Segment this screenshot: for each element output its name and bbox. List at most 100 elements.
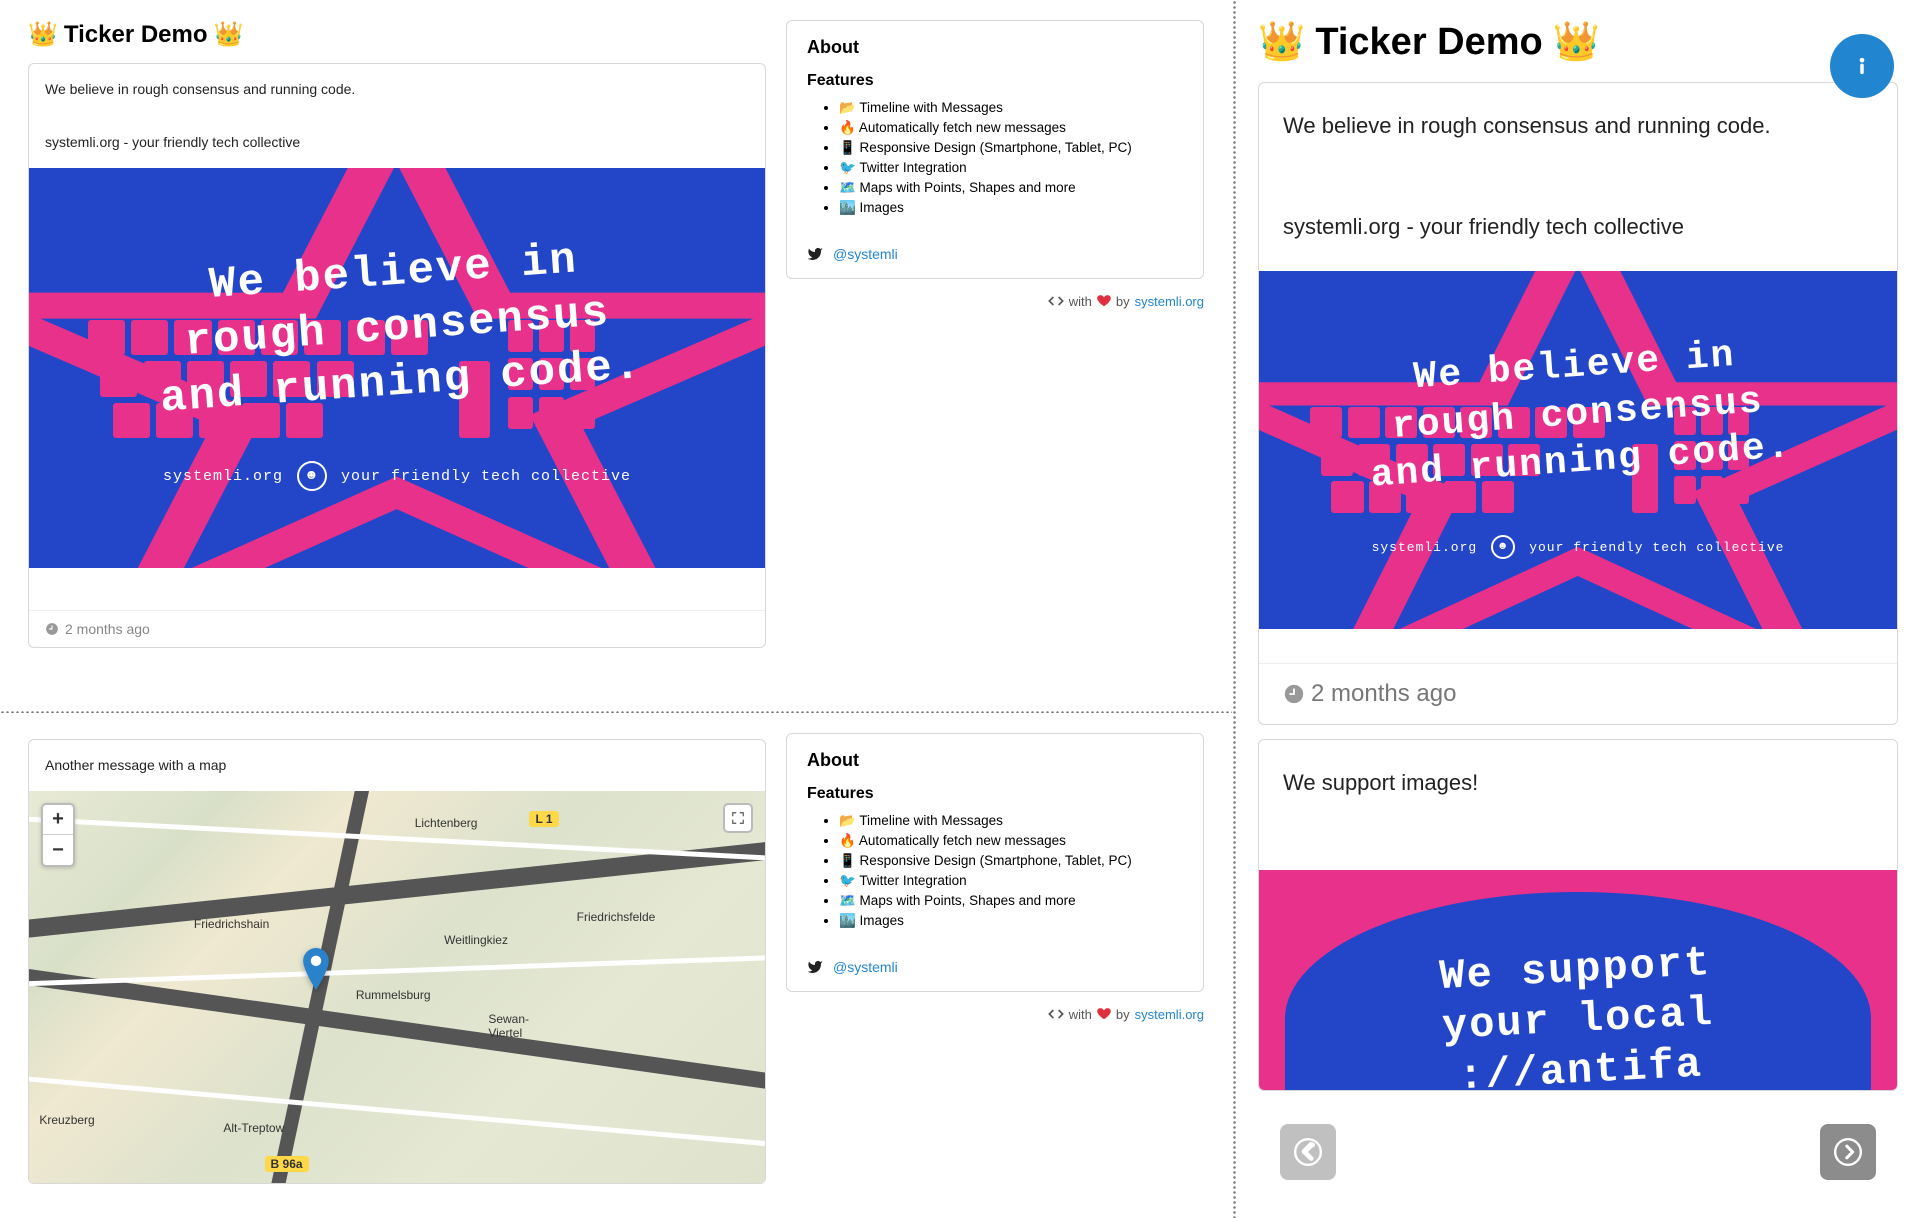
- feature-item: 🏙️ Images: [839, 913, 1183, 929]
- info-icon: [1848, 52, 1876, 80]
- logo-icon: ☻: [1491, 535, 1515, 559]
- zoom-in-button[interactable]: +: [43, 805, 73, 835]
- arrow-right-icon: [1834, 1138, 1862, 1166]
- post-line: systemli.org - your friendly tech collec…: [1283, 202, 1873, 253]
- crown-icon: 👑: [1258, 20, 1305, 64]
- feature-item: 🗺️ Maps with Points, Shapes and more: [839, 180, 1183, 196]
- map-label: Rummelsburg: [353, 987, 434, 1003]
- post-meta: 2 months ago: [1259, 663, 1897, 724]
- banner-org: systemli.org: [1372, 540, 1478, 555]
- heart-icon: [1097, 1007, 1111, 1021]
- features-heading: Features: [807, 72, 1183, 90]
- logo-icon: ☻: [297, 461, 327, 491]
- feature-item: 📂 Timeline with Messages: [839, 100, 1183, 116]
- feature-item: 🔥 Automatically fetch new messages: [839, 833, 1183, 849]
- page-title: 👑 Ticker Demo 👑: [28, 20, 766, 49]
- banner-tag: your friendly tech collective: [1529, 540, 1784, 555]
- twitter-icon: [807, 246, 823, 262]
- crown-icon: 👑: [214, 20, 244, 49]
- map-label: Friedrichsfelde: [574, 909, 659, 925]
- heart-icon: [1097, 294, 1111, 308]
- post-card: We support images! We support your local…: [1258, 739, 1898, 1092]
- credit-by: by: [1116, 294, 1130, 309]
- post-meta: 2 months ago: [29, 610, 765, 647]
- zoom-out-button[interactable]: −: [43, 835, 73, 865]
- banner-org: systemli.org: [163, 468, 283, 485]
- map-pin-icon: [301, 948, 331, 995]
- post-image: We believe in rough consensus and runnin…: [1259, 271, 1897, 629]
- map-label: Alt-Treptow: [220, 1120, 287, 1136]
- credit-with: with: [1069, 294, 1092, 309]
- twitter-icon: [807, 959, 823, 975]
- credit-link[interactable]: systemli.org: [1135, 1007, 1204, 1022]
- credit-link[interactable]: systemli.org: [1135, 294, 1204, 309]
- credit-line: with by systemli.org: [786, 293, 1204, 309]
- route-badge: L 1: [529, 811, 558, 827]
- about-card: About Features 📂 Timeline with Messages 🔥…: [786, 20, 1204, 279]
- post-line: Another message with a map: [45, 752, 749, 779]
- post-line: We believe in rough consensus and runnin…: [1283, 101, 1873, 152]
- banner-slogan: We believe in rough consensus and runnin…: [1363, 328, 1794, 500]
- feature-item: 🐦 Twitter Integration: [839, 160, 1183, 176]
- map[interactable]: Lichtenberg Friedrichshain Kreuzberg Alt…: [29, 791, 765, 1183]
- feature-item: 🗺️ Maps with Points, Shapes and more: [839, 893, 1183, 909]
- post-line: systemli.org - your friendly tech collec…: [45, 129, 749, 156]
- title-text: Ticker Demo: [1315, 21, 1542, 64]
- page-title: 👑 Ticker Demo 👑: [1258, 20, 1898, 64]
- map-label: Kreuzberg: [36, 1112, 97, 1128]
- credit-with: with: [1069, 1007, 1092, 1022]
- twitter-row: @systemli: [807, 246, 1183, 262]
- twitter-row: @systemli: [807, 959, 1183, 975]
- timestamp: 2 months ago: [65, 621, 150, 637]
- credit-by: by: [1116, 1007, 1130, 1022]
- map-label: Sewan- Viertel: [485, 1011, 532, 1041]
- crown-icon: 👑: [28, 20, 58, 49]
- route-badge: B 96a: [265, 1156, 309, 1172]
- about-heading: About: [807, 37, 1183, 58]
- map-label: Lichtenberg: [412, 815, 481, 831]
- banner-slogan: We believe in rough consensus and runnin…: [150, 230, 643, 428]
- map-label: Friedrichshain: [191, 916, 272, 932]
- prev-button[interactable]: [1280, 1124, 1336, 1180]
- post-card: We believe in rough consensus and runnin…: [1258, 82, 1898, 725]
- map-zoom-control: + −: [41, 803, 75, 867]
- banner-footer: systemli.org ☻ your friendly tech collec…: [163, 461, 631, 491]
- post-card: We believe in rough consensus and runnin…: [28, 63, 766, 648]
- post-line: We believe in rough consensus and runnin…: [45, 76, 749, 103]
- post-image: We support your local ://antifa: [1259, 870, 1897, 1090]
- code-icon: [1048, 1006, 1064, 1022]
- post-body: We believe in rough consensus and runnin…: [1259, 83, 1897, 271]
- banner-footer: systemli.org ☻ your friendly tech collec…: [1372, 535, 1785, 559]
- arrow-left-icon: [1294, 1138, 1322, 1166]
- credit-line: with by systemli.org: [786, 1006, 1204, 1022]
- post-line: We support images!: [1283, 758, 1873, 809]
- features-list: 📂 Timeline with Messages 🔥 Automatically …: [807, 100, 1183, 216]
- post-body: Another message with a map: [29, 740, 765, 791]
- timestamp: 2 months ago: [1311, 680, 1456, 708]
- about-card: About Features 📂 Timeline with Messages 🔥…: [786, 733, 1204, 992]
- twitter-link[interactable]: @systemli: [833, 246, 898, 262]
- post-card: Another message with a map Lichtenberg F…: [28, 739, 766, 1184]
- twitter-link[interactable]: @systemli: [833, 959, 898, 975]
- clock-icon: [45, 622, 59, 636]
- banner-tag: your friendly tech collective: [341, 468, 631, 485]
- map-label: Weitlingkiez: [441, 932, 511, 948]
- code-icon: [1048, 293, 1064, 309]
- feature-item: 📱 Responsive Design (Smartphone, Tablet,…: [839, 140, 1183, 156]
- features-heading: Features: [807, 785, 1183, 803]
- feature-item: 🐦 Twitter Integration: [839, 873, 1183, 889]
- post-body: We support images!: [1259, 740, 1897, 827]
- title-text: Ticker Demo: [64, 21, 208, 49]
- feature-item: 📂 Timeline with Messages: [839, 813, 1183, 829]
- about-heading: About: [807, 750, 1183, 771]
- crown-icon: 👑: [1553, 20, 1600, 64]
- features-list: 📂 Timeline with Messages 🔥 Automatically …: [807, 813, 1183, 929]
- info-button[interactable]: [1830, 34, 1894, 98]
- post-image: We believe in rough consensus and runnin…: [29, 168, 765, 568]
- fullscreen-button[interactable]: [723, 803, 753, 833]
- post-body: We believe in rough consensus and runnin…: [29, 64, 765, 168]
- feature-item: 🏙️ Images: [839, 200, 1183, 216]
- next-button[interactable]: [1820, 1124, 1876, 1180]
- feature-item: 📱 Responsive Design (Smartphone, Tablet,…: [839, 853, 1183, 869]
- feature-item: 🔥 Automatically fetch new messages: [839, 120, 1183, 136]
